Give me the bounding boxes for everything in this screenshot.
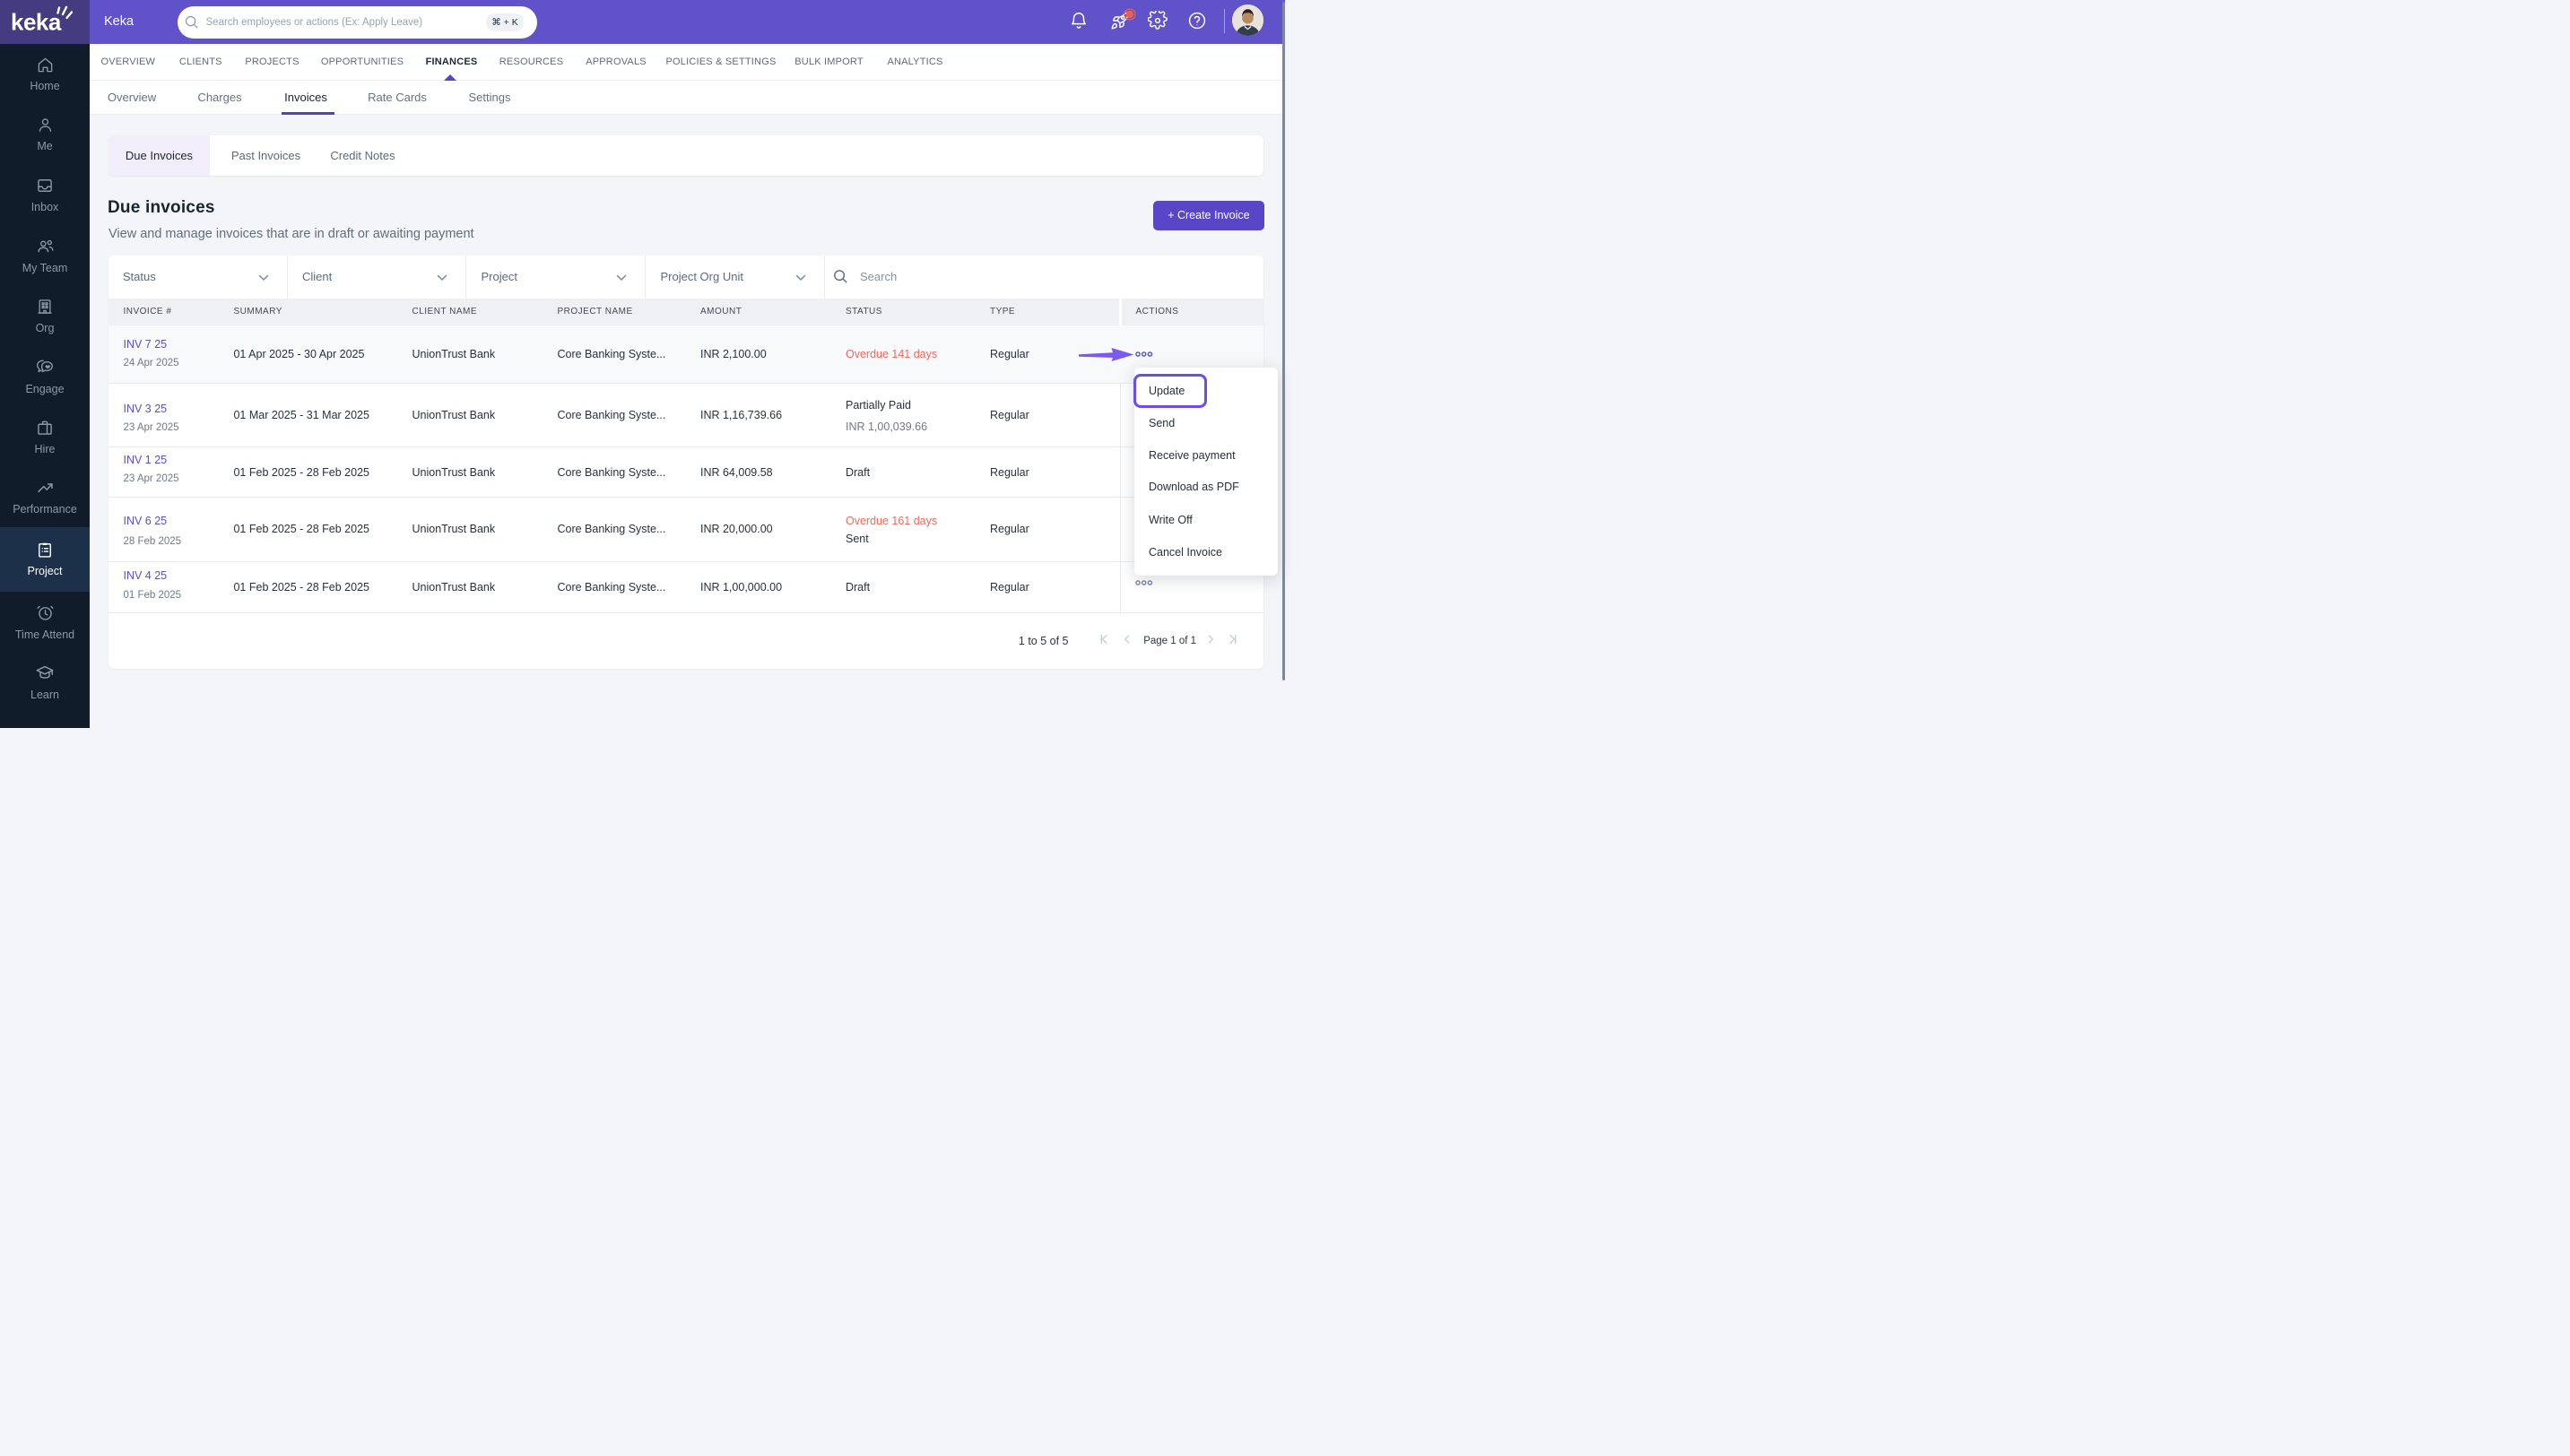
svg-text:keka: keka xyxy=(11,9,62,36)
